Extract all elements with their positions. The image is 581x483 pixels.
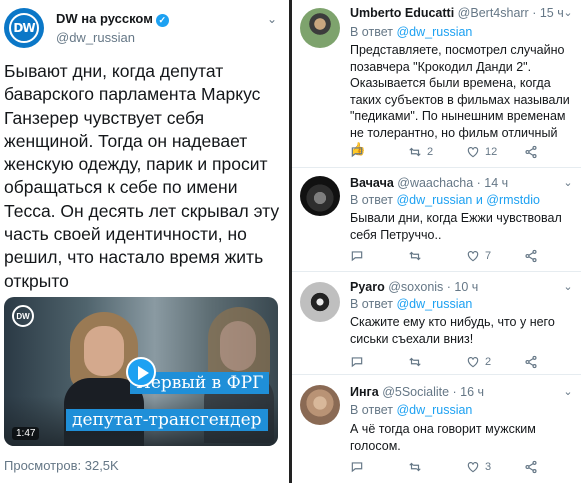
- retweet-icon: [409, 357, 421, 367]
- retweet-button[interactable]: [408, 354, 427, 370]
- mention-link[interactable]: @dw_russian: [396, 25, 472, 39]
- heart-icon: [467, 462, 479, 473]
- video-player[interactable]: DW Первый в ФРГ депутат-трансгендер 1:47: [4, 297, 278, 446]
- heart-icon: [467, 251, 479, 262]
- retweet-icon: [409, 462, 421, 472]
- reply-actions: 2 12: [350, 144, 576, 160]
- in-reply-prefix: В ответ: [350, 403, 397, 417]
- avatar[interactable]: [300, 8, 340, 48]
- reply-author[interactable]: Инга @5Socialite · 16 ч: [350, 385, 484, 399]
- like-count: 2: [485, 356, 492, 368]
- reply-actions: 3: [350, 459, 576, 475]
- retweet-icon: [409, 147, 421, 157]
- dw-logo-icon: DW: [9, 13, 39, 43]
- in-reply-prefix: В ответ: [350, 25, 397, 39]
- chevron-down-icon[interactable]: ⌄: [561, 280, 575, 294]
- chevron-down-icon[interactable]: ⌄: [561, 176, 575, 190]
- like-button[interactable]: 3: [466, 459, 491, 475]
- tweet-header: DW DW на русском ✓ @dw_russian ⌄: [4, 8, 284, 48]
- share-button[interactable]: [524, 144, 538, 160]
- video-caption-line2: депутат-трансгендер: [66, 409, 268, 431]
- reply-actions: 7: [350, 248, 576, 264]
- reply-author-name[interactable]: Инга: [350, 385, 379, 399]
- verified-badge-icon: ✓: [155, 14, 169, 27]
- share-icon: [525, 249, 537, 263]
- reply-text: Представляете, посмотрел случайно позавч…: [350, 43, 570, 156]
- chevron-down-icon[interactable]: ⌄: [264, 12, 280, 28]
- reply-text: Скажите ему кто нибудь, что у него сиськ…: [350, 315, 555, 346]
- avatar[interactable]: [300, 385, 340, 425]
- reply-author-handle: @Bert4sharr · 15 ч: [457, 6, 564, 20]
- reply-author[interactable]: Вачача @waachacha · 14 ч: [350, 176, 508, 190]
- like-button[interactable]: 12: [466, 144, 497, 160]
- retweet-count: 2: [427, 146, 434, 158]
- avatar[interactable]: [300, 176, 340, 216]
- share-button[interactable]: [524, 459, 538, 475]
- retweet-button[interactable]: 2: [408, 144, 433, 160]
- comment-icon: [351, 251, 363, 262]
- avatar[interactable]: [300, 282, 340, 322]
- like-count: 3: [485, 461, 492, 473]
- reply-author-name[interactable]: Umberto Educatti: [350, 6, 454, 20]
- in-reply-to: В ответ @dw_russian: [350, 297, 472, 311]
- reply-text: Бывали дни, когда Ежжи чувствовал себя П…: [350, 211, 562, 242]
- views-count: Просмотров: 32,5K: [4, 458, 119, 473]
- reply-author-handle: @waachacha · 14 ч: [397, 176, 509, 190]
- dw-watermark-icon: DW: [12, 305, 34, 327]
- chevron-down-icon[interactable]: ⌄: [561, 6, 575, 20]
- reply-item[interactable]: Pyaro @soxonis · 10 ч ⌄ В ответ @dw_russ…: [292, 272, 581, 375]
- in-reply-prefix: В ответ: [350, 297, 397, 311]
- reply-button[interactable]: [350, 248, 364, 264]
- mention-link[interactable]: @dw_russian: [396, 297, 472, 311]
- share-button[interactable]: [524, 354, 538, 370]
- reply-item[interactable]: Инга @5Socialite · 16 ч ⌄ В ответ @dw_ru…: [292, 375, 581, 483]
- video-duration: 1:47: [12, 427, 40, 440]
- reply-actions: 2: [350, 354, 576, 370]
- tweet-text: Бывают дни, когда депутат баварского пар…: [4, 61, 280, 291]
- like-count: 7: [485, 250, 492, 262]
- reply-text: А чё тогда она говорит мужским голосом.: [350, 422, 536, 453]
- in-reply-to: В ответ @dw_russian: [350, 403, 472, 417]
- comment-icon: [351, 147, 363, 158]
- like-button[interactable]: 7: [466, 248, 491, 264]
- in-reply-to: В ответ @dw_russian: [350, 25, 472, 39]
- reply-button[interactable]: [350, 354, 364, 370]
- replies-panel: Umberto Educatti @Bert4sharr · 15 ч ⌄ В …: [292, 0, 581, 483]
- retweet-button[interactable]: [408, 459, 427, 475]
- like-button[interactable]: 2: [466, 354, 491, 370]
- heart-icon: [467, 147, 479, 158]
- share-icon: [525, 460, 537, 474]
- in-reply-prefix: В ответ: [350, 193, 397, 207]
- reply-author-handle: @soxonis · 10 ч: [388, 280, 479, 294]
- like-count: 12: [485, 146, 498, 158]
- reply-button[interactable]: [350, 459, 364, 475]
- retweet-icon: [409, 251, 421, 261]
- share-button[interactable]: [524, 248, 538, 264]
- account-name[interactable]: DW на русском ✓: [56, 11, 169, 27]
- heart-icon: [467, 357, 479, 368]
- mention-link[interactable]: @dw_russian и @rmstdio: [396, 193, 540, 207]
- play-button-icon[interactable]: [126, 357, 156, 387]
- reply-author[interactable]: Umberto Educatti @Bert4sharr · 15 ч: [350, 6, 564, 20]
- retweet-button[interactable]: [408, 248, 427, 264]
- share-icon: [525, 355, 537, 369]
- in-reply-to: В ответ @dw_russian и @rmstdio: [350, 193, 540, 207]
- reply-item[interactable]: Umberto Educatti @Bert4sharr · 15 ч ⌄ В …: [292, 0, 581, 168]
- reply-author-handle: @5Socialite · 16 ч: [382, 385, 485, 399]
- mention-link[interactable]: @dw_russian: [396, 403, 472, 417]
- reply-author[interactable]: Pyaro @soxonis · 10 ч: [350, 280, 478, 294]
- reply-author-name[interactable]: Pyaro: [350, 280, 385, 294]
- account-handle[interactable]: @dw_russian: [56, 30, 135, 45]
- reply-button[interactable]: [350, 144, 364, 160]
- comment-icon: [351, 462, 363, 473]
- main-tweet-panel: DW DW на русском ✓ @dw_russian ⌄ Бывают д…: [0, 0, 288, 483]
- account-name-text[interactable]: DW на русском: [56, 11, 153, 26]
- reply-author-name[interactable]: Вачача: [350, 176, 394, 190]
- comment-icon: [351, 357, 363, 368]
- avatar[interactable]: DW: [4, 8, 44, 48]
- chevron-down-icon[interactable]: ⌄: [561, 385, 575, 399]
- reply-item[interactable]: Вачача @waachacha · 14 ч ⌄ В ответ @dw_r…: [292, 168, 581, 272]
- share-icon: [525, 145, 537, 159]
